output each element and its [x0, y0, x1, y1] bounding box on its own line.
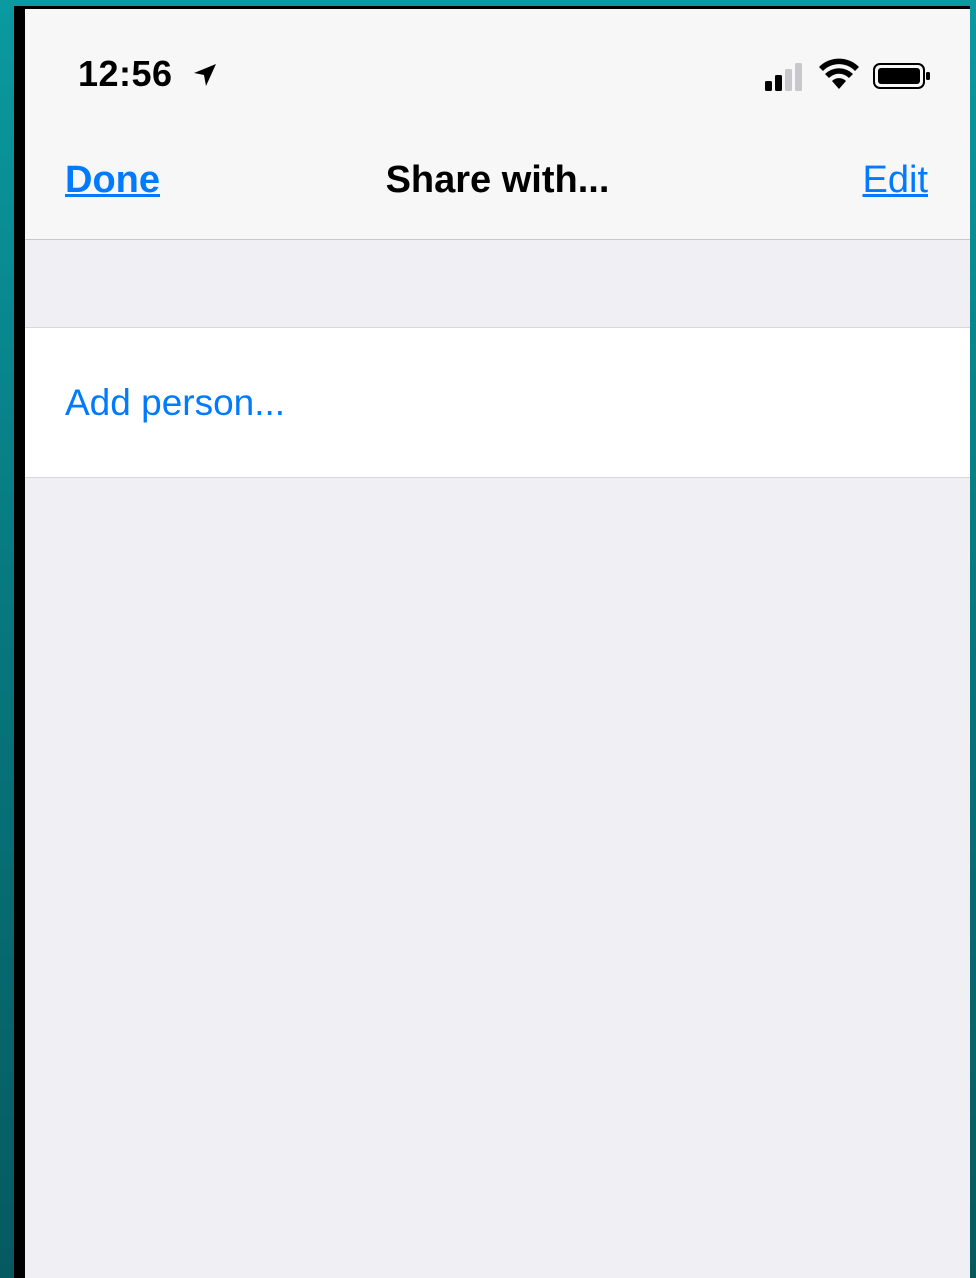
battery-icon — [873, 63, 930, 89]
status-time: 12:56 — [78, 53, 173, 94]
done-button[interactable]: Done — [65, 159, 160, 202]
status-bar: 12:56 — [25, 9, 970, 137]
location-arrow-icon — [194, 64, 216, 86]
edit-button[interactable]: Edit — [863, 159, 928, 202]
device-frame: 12:56 Share with... Done Edit Add person… — [14, 6, 970, 1278]
navigation-bar: Share with... Done Edit — [25, 137, 970, 240]
page-title: Share with... — [385, 159, 610, 201]
empty-list-area — [25, 478, 970, 1278]
add-person-label[interactable]: Add person... — [65, 382, 285, 424]
signal-icon — [765, 63, 802, 91]
wifi-icon — [819, 58, 859, 89]
add-person-cell[interactable]: Add person... — [25, 327, 970, 478]
section-header-spacer — [25, 240, 970, 327]
app-screen: 12:56 Share with... Done Edit Add person… — [25, 9, 970, 1278]
